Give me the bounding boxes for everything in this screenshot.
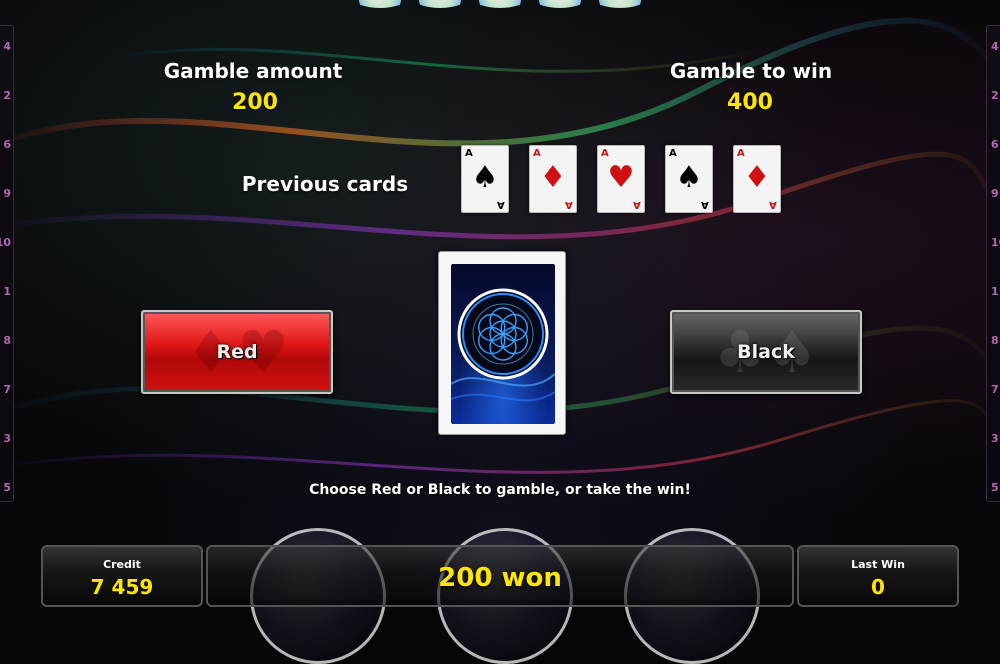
credit-label: Credit	[103, 558, 141, 571]
credit-value: 7 459	[90, 575, 154, 599]
gamble-card-face-down	[438, 251, 566, 435]
spades-suit-icon: ♠	[471, 160, 499, 195]
payline-number: 6	[3, 138, 11, 151]
card-back-design	[451, 264, 555, 424]
diamonds-suit-icon: ♦	[743, 160, 771, 195]
card-rank: A	[465, 148, 473, 159]
spades-suit-icon: ♠	[675, 160, 703, 195]
payline-number: 2	[3, 89, 11, 102]
previous-card: A ♥ A	[597, 145, 645, 213]
payline-number: 4	[3, 40, 11, 53]
won-amount-text: 200 won	[438, 563, 562, 593]
take-win-panel[interactable]: 200 won	[206, 545, 794, 607]
gamble-to-win-value: 400	[727, 90, 773, 115]
payline-number: 10	[991, 236, 1000, 249]
card-rank: A	[565, 199, 573, 210]
instruction-message: Choose Red or Black to gamble, or take t…	[309, 482, 691, 498]
gamble-amount-label: Gamble amount	[163, 59, 343, 83]
payline-number: 10	[0, 236, 11, 249]
card-rank: A	[601, 148, 609, 159]
card-rank: A	[669, 148, 677, 159]
card-rank: A	[737, 148, 745, 159]
red-button[interactable]: ♦ ♥ Red	[141, 310, 333, 394]
card-rank: A	[533, 148, 541, 159]
payline-number: 1	[991, 285, 999, 298]
previous-cards-label: Previous cards	[241, 172, 409, 196]
previous-card: A ♠ A	[461, 145, 509, 213]
payline-number: 6	[991, 138, 999, 151]
last-win-panel: Last Win 0	[797, 545, 959, 607]
game-logo-fragment	[300, 0, 700, 8]
previous-card: A ♠ A	[665, 145, 713, 213]
payline-number: 8	[3, 334, 11, 347]
payline-number: 4	[991, 40, 999, 53]
last-win-label: Last Win	[851, 558, 905, 571]
previous-card: A ♦ A	[529, 145, 577, 213]
payline-number: 2	[991, 89, 999, 102]
payline-number: 9	[3, 187, 11, 200]
diamonds-suit-icon: ♦	[539, 160, 567, 195]
card-rank: A	[769, 199, 777, 210]
payline-number: 3	[991, 432, 999, 445]
card-rank: A	[497, 199, 505, 210]
paylines-right: 42691018735	[986, 25, 1000, 502]
gamble-amount-value: 200	[232, 90, 278, 115]
hearts-suit-icon: ♥	[607, 160, 635, 195]
black-button[interactable]: ♣ ♠ Black	[670, 310, 862, 394]
flower-of-life-icon	[451, 288, 555, 402]
previous-card: A ♦ A	[733, 145, 781, 213]
paylines-left: 42691018735	[0, 25, 14, 502]
credit-panel: Credit 7 459	[41, 545, 203, 607]
card-rank: A	[633, 199, 641, 210]
payline-number: 3	[3, 432, 11, 445]
payline-number: 9	[991, 187, 999, 200]
red-button-label: Red	[216, 341, 258, 363]
payline-number: 7	[991, 383, 999, 396]
payline-number: 8	[991, 334, 999, 347]
black-button-label: Black	[737, 341, 795, 363]
gamble-to-win-label: Gamble to win	[669, 59, 833, 83]
last-win-value: 0	[871, 575, 885, 599]
payline-number: 1	[3, 285, 11, 298]
payline-number: 7	[3, 383, 11, 396]
card-rank: A	[701, 199, 709, 210]
